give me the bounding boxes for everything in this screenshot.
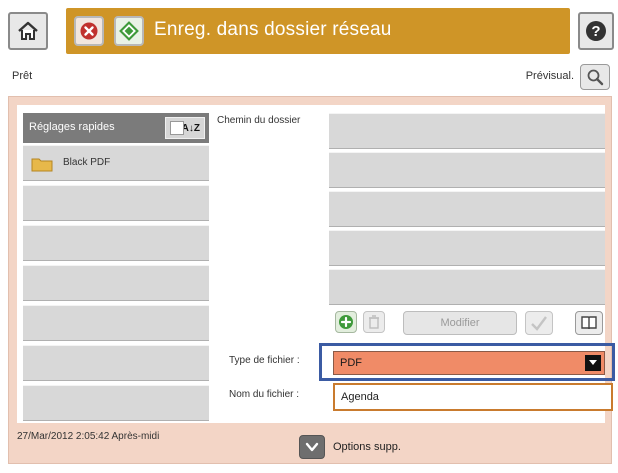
home-button[interactable] — [8, 12, 48, 50]
home-icon — [18, 21, 38, 40]
folder-path-list — [329, 113, 605, 308]
add-folder-button[interactable] — [335, 311, 357, 333]
screen: Enreg. dans dossier réseau ? Prêt Prévis… — [0, 0, 618, 473]
file-type-label: Type de fichier : — [229, 355, 300, 366]
file-name-label: Nom du fichier : — [229, 389, 300, 400]
help-button[interactable]: ? — [578, 12, 614, 50]
quick-set-item-black-pdf[interactable]: Black PDF — [23, 145, 209, 181]
sort-button[interactable]: A↓Z — [165, 117, 205, 139]
status-text: Prêt — [12, 70, 33, 82]
folder-path-slot[interactable] — [329, 230, 605, 266]
start-icon — [119, 21, 139, 41]
stop-button[interactable] — [74, 16, 104, 46]
address-book-button[interactable] — [575, 311, 603, 335]
sort-checkbox[interactable] — [170, 121, 184, 135]
more-options-button[interactable] — [299, 435, 325, 459]
checkmark-icon — [531, 316, 547, 331]
preview-button[interactable] — [580, 64, 610, 90]
quick-sets-title: Réglages rapides — [29, 121, 115, 133]
magnifier-icon — [587, 69, 604, 86]
folder-icon — [31, 158, 53, 172]
folder-path-label: Chemin du dossier — [217, 115, 301, 126]
list-item[interactable] — [23, 345, 209, 381]
more-options[interactable]: Options supp. — [299, 435, 401, 459]
modify-button[interactable]: Modifier — [403, 311, 517, 335]
folder-path-slot[interactable] — [329, 113, 605, 149]
sort-label: A↓Z — [181, 122, 200, 134]
trash-icon — [369, 315, 379, 329]
folder-path-slot[interactable] — [329, 191, 605, 227]
preview-label: Prévisual. — [525, 70, 574, 82]
more-options-label: Options supp. — [333, 441, 401, 453]
folder-path-slot[interactable] — [329, 152, 605, 188]
svg-text:?: ? — [591, 23, 600, 40]
chevron-down-icon — [585, 355, 601, 371]
list-item[interactable] — [23, 305, 209, 341]
folder-path-slot[interactable] — [329, 269, 605, 305]
header-bar: Enreg. dans dossier réseau ? — [8, 8, 614, 54]
datetime: 27/Mar/2012 2:05:42 Après-midi — [17, 431, 160, 442]
main-panel: Réglages rapides A↓Z Black PDF Chemin du… — [8, 96, 615, 464]
plus-icon — [339, 315, 353, 329]
content-area: Réglages rapides A↓Z Black PDF Chemin du… — [17, 105, 615, 425]
delete-folder-button[interactable] — [363, 311, 385, 333]
quick-sets-header: Réglages rapides A↓Z — [23, 113, 209, 143]
chevron-down-icon — [305, 442, 319, 452]
title-bar: Enreg. dans dossier réseau — [66, 8, 570, 54]
page-title: Enreg. dans dossier réseau — [154, 19, 392, 40]
status-row: Prêt Prévisual. — [8, 64, 612, 90]
check-access-button[interactable] — [525, 311, 553, 335]
quick-sets-list: Black PDF — [23, 145, 209, 425]
book-icon — [581, 316, 597, 330]
folder-toolbar: Modifier — [329, 309, 605, 337]
list-item[interactable] — [23, 185, 209, 221]
list-item[interactable] — [23, 225, 209, 261]
file-type-value: PDF — [340, 357, 362, 369]
list-item[interactable] — [23, 265, 209, 301]
list-item[interactable] — [23, 385, 209, 421]
help-icon: ? — [586, 21, 606, 41]
file-name-input[interactable] — [333, 383, 613, 411]
start-button[interactable] — [114, 16, 144, 46]
quick-set-label: Black PDF — [63, 157, 111, 168]
stop-icon — [80, 22, 98, 40]
file-type-select[interactable]: PDF — [333, 351, 605, 375]
